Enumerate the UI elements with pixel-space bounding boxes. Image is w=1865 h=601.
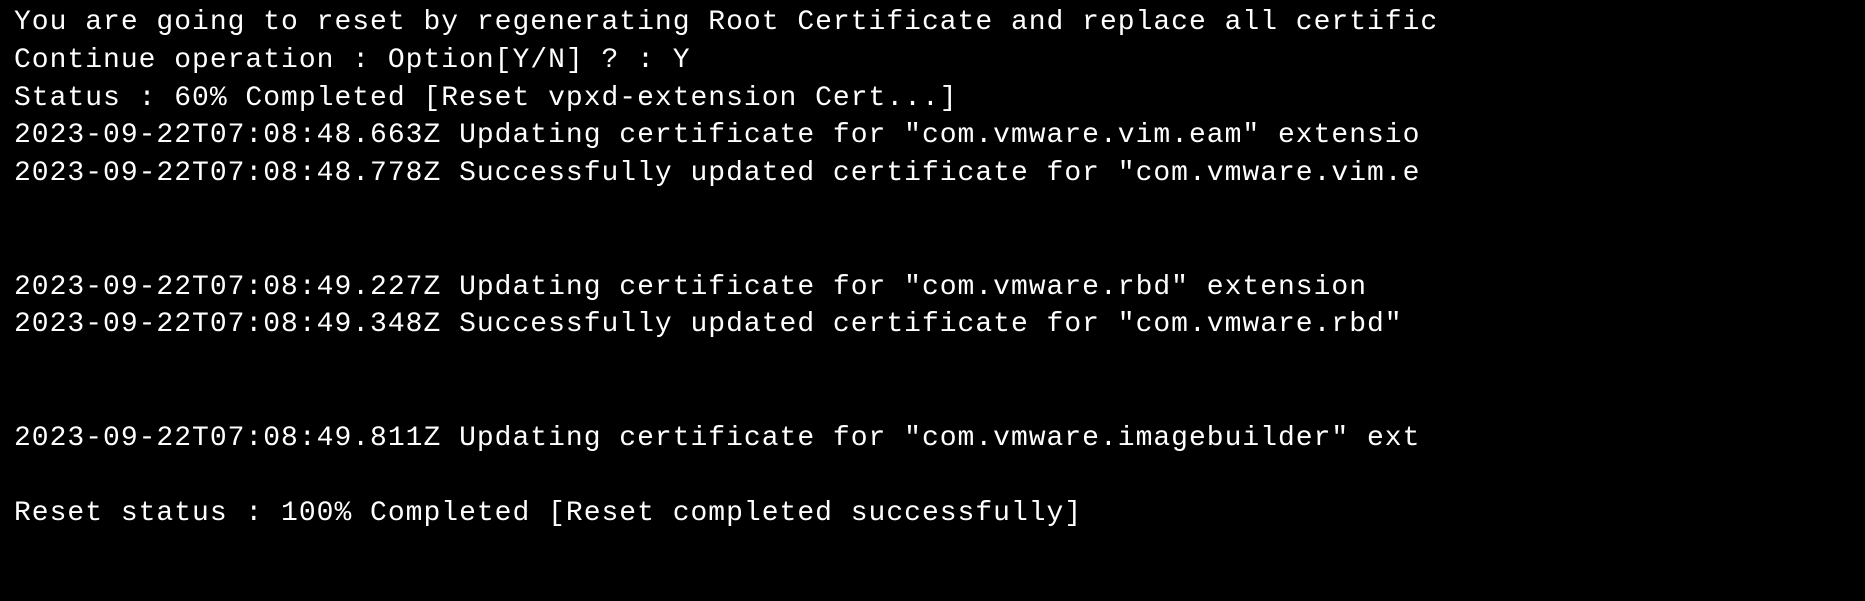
terminal-blank-line bbox=[14, 231, 1851, 269]
terminal-line: Status : 60% Completed [Reset vpxd-exten… bbox=[14, 80, 1851, 118]
terminal-line: You are going to reset by regenerating R… bbox=[14, 4, 1851, 42]
terminal-line: 2023-09-22T07:08:49.227Z Updating certif… bbox=[14, 269, 1851, 307]
terminal-line: Reset status : 100% Completed [Reset com… bbox=[14, 495, 1851, 533]
terminal-blank-line bbox=[14, 458, 1851, 496]
terminal-line: 2023-09-22T07:08:49.811Z Updating certif… bbox=[14, 420, 1851, 458]
terminal-line: 2023-09-22T07:08:48.663Z Updating certif… bbox=[14, 117, 1851, 155]
terminal-line: 2023-09-22T07:08:49.348Z Successfully up… bbox=[14, 306, 1851, 344]
terminal-blank-line bbox=[14, 193, 1851, 231]
terminal-line: Continue operation : Option[Y/N] ? : Y bbox=[14, 42, 1851, 80]
terminal-output: You are going to reset by regenerating R… bbox=[14, 4, 1851, 533]
terminal-blank-line bbox=[14, 344, 1851, 382]
terminal-blank-line bbox=[14, 382, 1851, 420]
terminal-line: 2023-09-22T07:08:48.778Z Successfully up… bbox=[14, 155, 1851, 193]
